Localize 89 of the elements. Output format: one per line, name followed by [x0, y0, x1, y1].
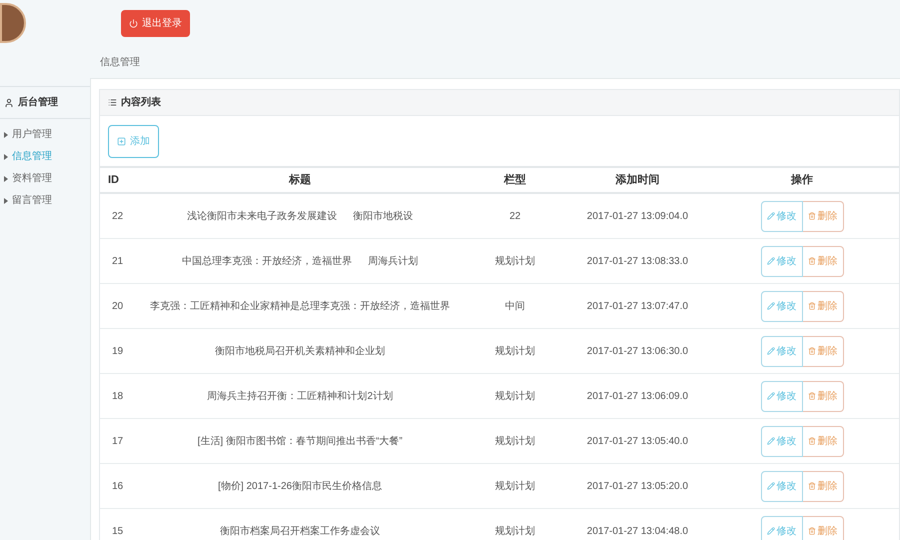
table-cell-text: 中国总理李克强：开放经济，造福世界: [182, 254, 352, 268]
add-button[interactable]: 添加: [108, 124, 159, 158]
table-cell-text: 中间: [504, 300, 526, 314]
plus-icon: [117, 136, 126, 146]
caret-icon: [4, 132, 8, 138]
trash-icon: [808, 392, 816, 400]
table-cell-text: 衡阳市地税局召开机关素精神和企业划: [215, 344, 385, 358]
table-cell-text: 浅论衡阳市未来电子政务发展建设: [187, 210, 337, 224]
table-cell-text: 18: [111, 390, 124, 404]
table-cell-text: 2017-01-27 13:07:47.0: [586, 300, 690, 314]
sidebar-item[interactable]: 资料管理: [12, 171, 52, 186]
delete-button[interactable]: 删除: [802, 516, 844, 540]
table-cell-text: 16: [111, 480, 124, 494]
breadcrumb: 信息管理: [100, 56, 140, 70]
table-cell-text: 规划计划: [494, 434, 536, 448]
sidebar-title: 后台管理: [18, 96, 58, 110]
trash-icon: [808, 302, 816, 310]
delete-button[interactable]: 删除: [802, 426, 844, 456]
edit-button[interactable]: 修改: [760, 380, 802, 412]
panel-title: 内容列表: [121, 95, 161, 110]
table-cell-text: 19: [111, 344, 124, 358]
table-cell-text: 15: [111, 524, 124, 538]
trash-icon: [808, 527, 816, 535]
table-cell-text: 2017-01-27 13:08:33.0: [586, 254, 690, 268]
table-cell-text: 2017-01-27 13:05:40.0: [586, 434, 690, 448]
column-header: 添加时间: [614, 172, 660, 188]
edit-button[interactable]: 修改: [760, 336, 802, 366]
trash-icon: [808, 437, 816, 445]
caret-icon: [4, 198, 8, 204]
edit-icon: [766, 437, 774, 445]
edit-button[interactable]: 修改: [760, 290, 802, 322]
sidebar-item[interactable]: 留言管理: [12, 193, 52, 208]
column-header: 操作: [790, 172, 814, 188]
table-cell-text: 2017-01-27 13:04:48.0: [586, 524, 690, 538]
table-cell-text: 17: [111, 434, 124, 448]
table-cell-text: 2017-01-27 13:05:20.0: [586, 480, 690, 494]
table-cell-text: 规划计划: [494, 344, 536, 358]
trash-icon: [808, 347, 816, 355]
edit-button[interactable]: 修改: [760, 516, 802, 540]
delete-button[interactable]: 删除: [802, 470, 844, 502]
table-cell-text: 李克强：工匠精神和企业家精神是总理李克强：开放经济，造福世界: [150, 300, 450, 314]
table-cell-text: 衡阳市地税设: [353, 210, 413, 224]
delete-button[interactable]: 删除: [802, 246, 844, 276]
avatar: [0, 3, 26, 43]
edit-button[interactable]: 修改: [760, 426, 802, 456]
table-cell-text: 2017-01-27 13:09:04.0: [586, 210, 690, 224]
table-cell-text: 规划计划: [494, 480, 536, 494]
table-cell-text: 22: [111, 210, 124, 224]
caret-icon: [4, 154, 8, 160]
table-cell-text: 22: [508, 210, 522, 224]
logout-button[interactable]: 退出登录: [121, 10, 190, 36]
list-icon: [108, 98, 117, 107]
trash-icon: [808, 482, 816, 490]
edit-icon: [766, 257, 774, 265]
column-header: 栏型: [502, 172, 527, 188]
table-cell-text: 周海兵计划: [368, 254, 418, 268]
edit-icon: [766, 302, 774, 310]
edit-button[interactable]: 修改: [760, 200, 802, 232]
edit-icon: [766, 392, 774, 400]
table-cell-text: 21: [111, 254, 124, 268]
edit-icon: [766, 527, 774, 535]
table-cell-text: 2017-01-27 13:06:09.0: [586, 390, 690, 404]
table-cell-text: 2017-01-27 13:06:30.0: [586, 344, 690, 358]
table-cell-text: 规划计划: [494, 390, 536, 404]
table-cell-text: 规划计划: [494, 524, 536, 538]
caret-icon: [4, 176, 8, 182]
table-cell-text: 周海兵主持召开衡：工匠精神和计划2计划: [207, 390, 393, 404]
column-header: ID: [107, 172, 120, 188]
table-cell-text: 20: [111, 300, 124, 314]
delete-button[interactable]: 删除: [802, 200, 844, 232]
edit-button[interactable]: 修改: [760, 246, 802, 276]
sidebar-item[interactable]: 信息管理: [12, 149, 52, 164]
table-cell-text: [生活] 衡阳市图书馆：春节期间推出书香“大餐”: [198, 434, 402, 448]
sidebar-item[interactable]: 用户管理: [12, 127, 52, 142]
delete-button[interactable]: 删除: [802, 290, 844, 322]
user-icon: [4, 98, 14, 108]
column-header: 标题: [288, 172, 312, 188]
edit-icon: [766, 482, 774, 490]
edit-button[interactable]: 修改: [760, 470, 802, 502]
table-cell-text: 规划计划: [494, 254, 536, 268]
power-icon: [129, 18, 138, 28]
delete-button[interactable]: 删除: [802, 380, 844, 412]
trash-icon: [808, 257, 816, 265]
delete-button[interactable]: 删除: [802, 336, 844, 366]
table-cell-text: 衡阳市档案局召开档案工作务虚会议: [220, 524, 380, 538]
table-cell-text: [物价] 2017-1-26衡阳市民生价格信息: [218, 480, 382, 494]
edit-icon: [766, 347, 774, 355]
edit-icon: [766, 212, 774, 220]
trash-icon: [808, 212, 816, 220]
